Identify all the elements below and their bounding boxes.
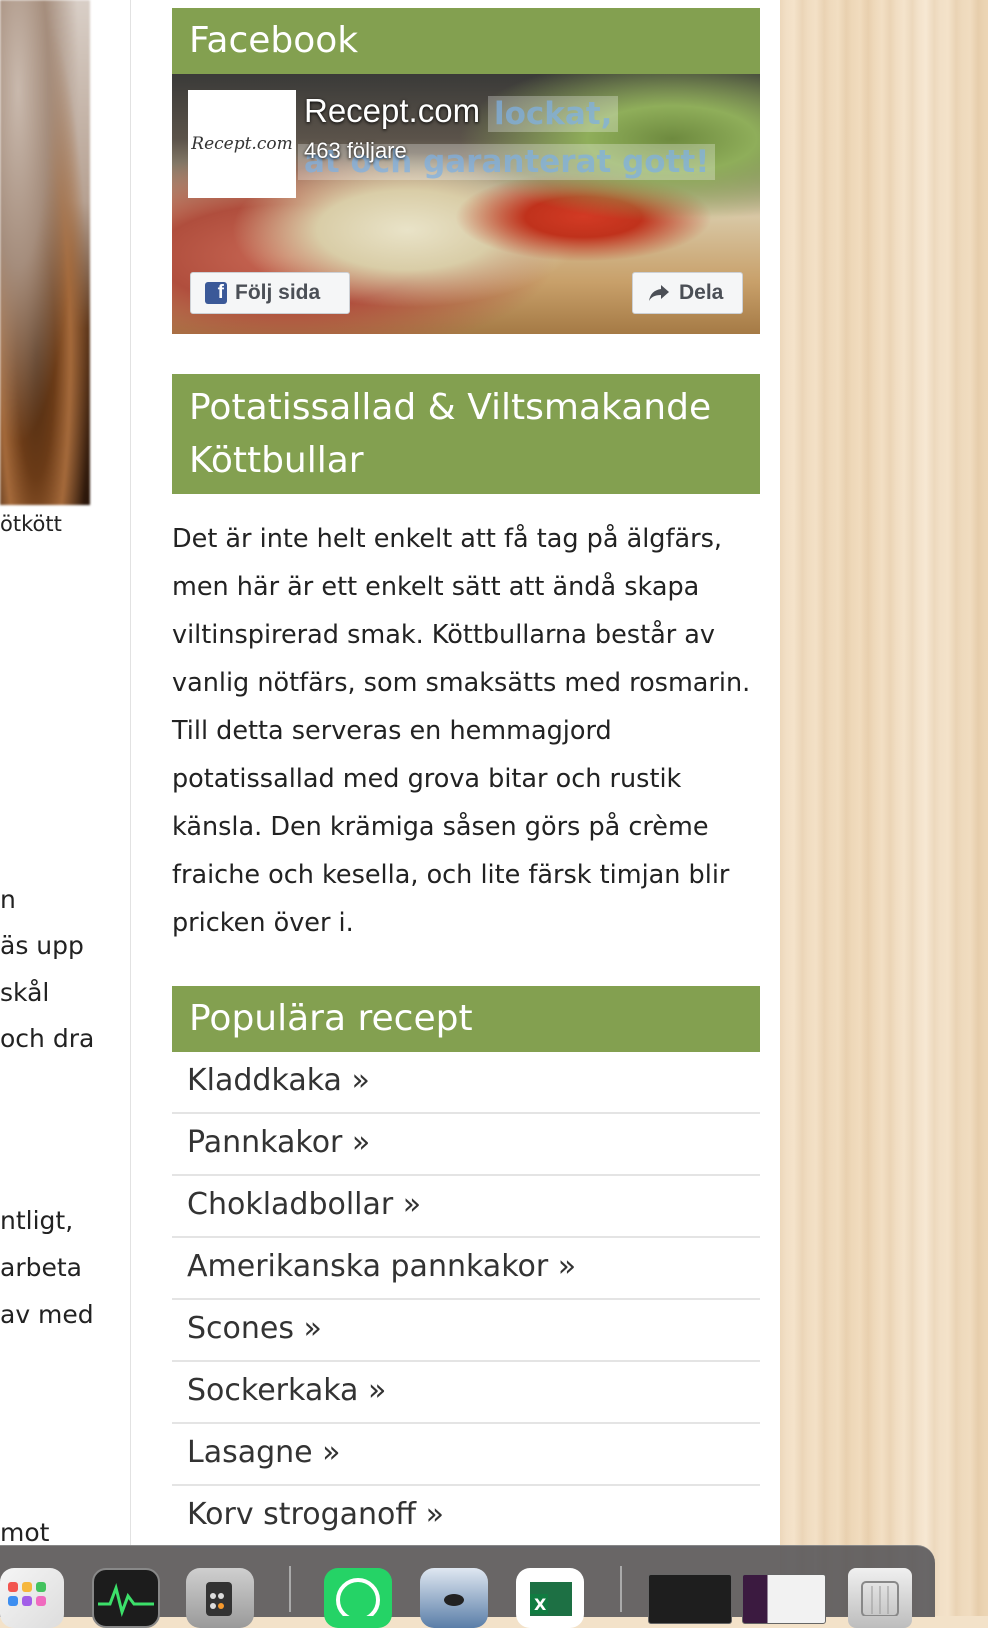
activity-monitor-icon[interactable] [92, 1568, 160, 1628]
article-text-fragment: skål [0, 978, 50, 1007]
popular-recipe-link[interactable]: Lasagne » [172, 1424, 760, 1486]
popular-recipes-title: Populära recept [172, 986, 760, 1052]
popular-recipe-link[interactable]: Korv stroganoff » [172, 1486, 760, 1548]
finder-disk-icon[interactable] [420, 1568, 488, 1628]
sidebar: Facebook lockat, at och garanterat gott!… [131, 0, 780, 1548]
share-arrow-icon [649, 285, 669, 301]
launchpad-icon[interactable] [0, 1568, 64, 1628]
follow-label: Följ sida [235, 281, 321, 304]
article-text-fragment: äs upp [0, 931, 84, 960]
article-text-fragment: mot [0, 1518, 50, 1547]
follow-page-button[interactable]: f Följ sida [190, 272, 350, 314]
article-text-fragment: ötkött [0, 512, 62, 536]
popular-recipe-link[interactable]: Amerikanska pannkakor » [172, 1238, 760, 1300]
calculator-icon[interactable] [186, 1568, 254, 1628]
main-content-column: ötkött n äs upp skål och dra ntligt, arb… [0, 0, 131, 1547]
window-thumb-2[interactable] [742, 1574, 826, 1624]
facebook-page-plugin[interactable]: lockat, at och garanterat gott! Recept.c… [172, 74, 760, 334]
cover-text: lockat, [488, 96, 619, 132]
facebook-widget-title: Facebook [172, 8, 760, 74]
popular-recipe-link[interactable]: Chokladbollar » [172, 1176, 760, 1238]
whatsapp-icon[interactable] [324, 1568, 392, 1628]
dock-separator [620, 1566, 622, 1612]
popular-recipe-link[interactable]: Pannkakor » [172, 1114, 760, 1176]
window-thumb-1[interactable] [648, 1574, 732, 1624]
follower-count: 463 följare [304, 138, 407, 163]
svg-text:X: X [534, 1595, 547, 1614]
share-label: Dela [679, 281, 724, 304]
popular-recipes-list: Kladdkaka » Pannkakor » Chokladbollar » … [172, 1052, 760, 1548]
page-logo[interactable]: Recept.com [188, 90, 296, 198]
featured-recipe-description: Det är inte helt enkelt att få tag på äl… [172, 524, 751, 938]
article-text-fragment: och dra [0, 1024, 95, 1053]
popular-recipe-link[interactable]: Sockerkaka » [172, 1362, 760, 1424]
share-button[interactable]: Dela [632, 272, 743, 314]
trash-icon[interactable] [848, 1568, 912, 1628]
featured-recipe-title[interactable]: Potatissallad & Viltsmakande Köttbullar [172, 374, 760, 494]
facebook-icon: f [205, 282, 227, 304]
article-text-fragment: n [0, 885, 16, 914]
popular-recipe-link[interactable]: Scones » [172, 1300, 760, 1362]
page-name-link[interactable]: Recept.com [304, 92, 480, 130]
recipe-image[interactable] [0, 0, 90, 505]
logo-text: Recept.com [191, 134, 293, 154]
article-text-fragment: av med [0, 1300, 94, 1329]
article-text-fragment: ntligt, [0, 1206, 74, 1235]
wood-background [780, 0, 988, 1616]
excel-icon[interactable]: X [516, 1568, 584, 1628]
dock-separator [289, 1566, 291, 1612]
popular-recipe-link[interactable]: Kladdkaka » [172, 1052, 760, 1114]
article-text-fragment: arbeta [0, 1253, 82, 1282]
